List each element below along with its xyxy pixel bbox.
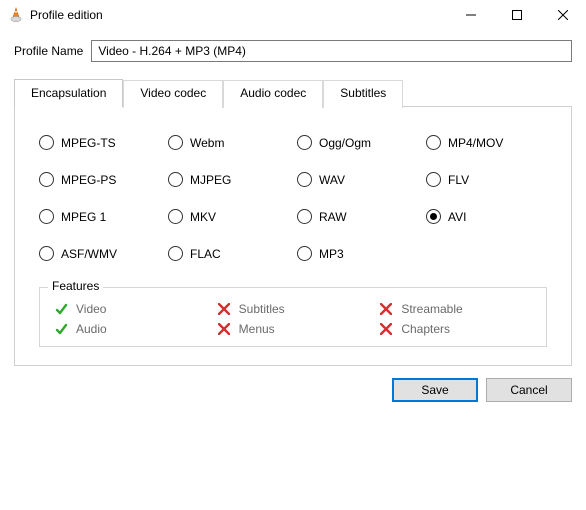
tabpanel-encapsulation: MPEG-TS Webm Ogg/Ogm MP4/MOV MPEG-PS MJPEG WAV… <box>14 106 572 366</box>
radio-label: RAW <box>319 210 347 224</box>
tab-audio-codec[interactable]: Audio codec <box>223 80 323 108</box>
feature-chapters: Chapters <box>379 322 532 336</box>
feature-audio: Audio <box>54 322 207 336</box>
tabs: EncapsulationVideo codecAudio codecSubti… <box>14 78 572 106</box>
radio-label: ASF/WMV <box>61 247 117 261</box>
feature-label: Audio <box>76 322 107 336</box>
feature-label: Streamable <box>401 302 462 316</box>
radio-icon <box>297 135 312 150</box>
profile-name-row: Profile Name <box>14 40 572 62</box>
radio-label: FLV <box>448 173 469 187</box>
profile-name-label: Profile Name <box>14 44 83 58</box>
radio-mpeg-ts[interactable]: MPEG-TS <box>39 135 160 150</box>
radio-mkv[interactable]: MKV <box>168 209 289 224</box>
radio-icon <box>168 246 183 261</box>
cross-icon <box>217 322 231 336</box>
radio-mjpeg[interactable]: MJPEG <box>168 172 289 187</box>
radio-icon <box>297 246 312 261</box>
radio-icon <box>168 135 183 150</box>
radio-mp4-mov[interactable]: MP4/MOV <box>426 135 547 150</box>
feature-video: Video <box>54 302 207 316</box>
app-icon <box>8 7 24 23</box>
radio-icon <box>168 172 183 187</box>
features-legend: Features <box>48 279 103 293</box>
radio-label: MPEG-TS <box>61 136 116 150</box>
cross-icon <box>217 302 231 316</box>
radio-label: MPEG 1 <box>61 210 106 224</box>
radio-label: MPEG-PS <box>61 173 116 187</box>
radio-icon <box>39 172 54 187</box>
feature-label: Video <box>76 302 106 316</box>
feature-menus: Menus <box>217 322 370 336</box>
radio-asf-wmv[interactable]: ASF/WMV <box>39 246 160 261</box>
radio-flac[interactable]: FLAC <box>168 246 289 261</box>
radio-label: MKV <box>190 210 216 224</box>
feature-label: Subtitles <box>239 302 285 316</box>
radio-icon <box>39 246 54 261</box>
radio-avi[interactable]: AVI <box>426 209 547 224</box>
radio-icon <box>426 135 441 150</box>
titlebar: Profile edition <box>0 0 586 30</box>
feature-label: Menus <box>239 322 275 336</box>
radio-label: Ogg/Ogm <box>319 136 371 150</box>
tab-encapsulation[interactable]: Encapsulation <box>14 79 123 107</box>
radio-raw[interactable]: RAW <box>297 209 418 224</box>
window-title: Profile edition <box>30 8 103 22</box>
feature-label: Chapters <box>401 322 450 336</box>
radio-mpeg-ps[interactable]: MPEG-PS <box>39 172 160 187</box>
features-group: Features VideoSubtitlesStreamableAudioMe… <box>39 287 547 347</box>
close-button[interactable] <box>540 0 586 30</box>
radio-webm[interactable]: Webm <box>168 135 289 150</box>
radio-label: Webm <box>190 136 224 150</box>
cross-icon <box>379 322 393 336</box>
radio-icon <box>297 209 312 224</box>
radio-icon <box>426 209 441 224</box>
radio-icon <box>297 172 312 187</box>
feature-subtitles: Subtitles <box>217 302 370 316</box>
radio-mp3[interactable]: MP3 <box>297 246 418 261</box>
radio-label: MJPEG <box>190 173 231 187</box>
cancel-button[interactable]: Cancel <box>486 378 572 402</box>
save-button[interactable]: Save <box>392 378 478 402</box>
radio-icon <box>39 135 54 150</box>
cross-icon <box>379 302 393 316</box>
dialog-buttons: Save Cancel <box>0 366 586 414</box>
radio-label: MP4/MOV <box>448 136 503 150</box>
radio-mpeg-1[interactable]: MPEG 1 <box>39 209 160 224</box>
radio-icon <box>426 172 441 187</box>
radio-ogg-ogm[interactable]: Ogg/Ogm <box>297 135 418 150</box>
check-icon <box>54 322 68 336</box>
radio-label: AVI <box>448 210 466 224</box>
minimize-button[interactable] <box>448 0 494 30</box>
radio-label: WAV <box>319 173 345 187</box>
radio-flv[interactable]: FLV <box>426 172 547 187</box>
features-grid: Video Subtitles Streamable Audio Menus Chapte… <box>54 302 532 336</box>
radio-icon <box>39 209 54 224</box>
encapsulation-options: MPEG-TS Webm Ogg/Ogm MP4/MOV MPEG-PS MJPEG WAV… <box>39 135 547 261</box>
radio-icon <box>168 209 183 224</box>
radio-wav[interactable]: WAV <box>297 172 418 187</box>
tab-video-codec[interactable]: Video codec <box>123 80 223 108</box>
tab-subtitles[interactable]: Subtitles <box>323 80 403 108</box>
radio-label: MP3 <box>319 247 344 261</box>
profile-name-input[interactable] <box>91 40 572 62</box>
check-icon <box>54 302 68 316</box>
radio-label: FLAC <box>190 247 221 261</box>
maximize-button[interactable] <box>494 0 540 30</box>
feature-streamable: Streamable <box>379 302 532 316</box>
